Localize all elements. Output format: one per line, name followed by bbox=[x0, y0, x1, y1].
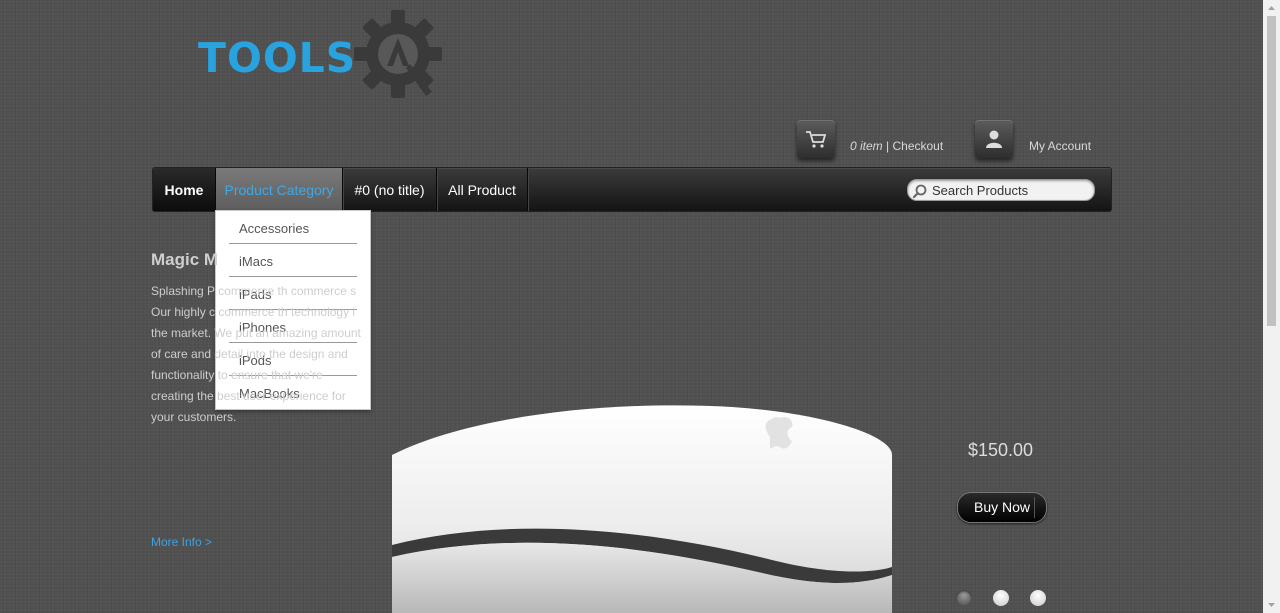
search-icon[interactable] bbox=[912, 183, 928, 199]
search-input[interactable] bbox=[932, 181, 1088, 199]
logo-text: TOOLS bbox=[198, 34, 357, 82]
slider-dot-2[interactable] bbox=[993, 590, 1009, 606]
nav-no-title[interactable]: #0 (no title) bbox=[343, 168, 437, 211]
user-icon bbox=[986, 130, 1002, 148]
buy-now-button[interactable]: Buy Now bbox=[957, 492, 1047, 523]
main-nav: Home Product Category #0 (no title) All … bbox=[152, 167, 1112, 212]
product-price: $150.00 bbox=[968, 440, 1034, 460]
more-info-link[interactable]: More Info > bbox=[151, 535, 212, 549]
button-divider bbox=[1034, 497, 1035, 518]
my-account-link[interactable]: My Account bbox=[1029, 139, 1091, 153]
cart-summary: 0 item | Checkout bbox=[850, 139, 943, 153]
buy-now-label: Buy Now bbox=[973, 499, 1031, 515]
scrollbar-thumb[interactable] bbox=[1267, 16, 1276, 326]
cart-separator: | bbox=[882, 139, 893, 153]
site-logo[interactable]: TOOLS bbox=[198, 10, 450, 102]
product-image bbox=[392, 405, 892, 613]
vertical-scrollbar[interactable] bbox=[1263, 0, 1280, 613]
scroll-down-arrow-icon[interactable] bbox=[1263, 597, 1280, 613]
nav-product-category[interactable]: Product Category bbox=[216, 168, 343, 211]
scroll-up-arrow-icon[interactable] bbox=[1263, 0, 1280, 16]
nav-home[interactable]: Home bbox=[153, 168, 216, 211]
slide-title: Magic M bbox=[151, 250, 219, 269]
slide-description: Splashing P commerce th commerce s Our h… bbox=[151, 284, 361, 424]
nav-all-product[interactable]: All Product bbox=[437, 168, 528, 211]
search-box bbox=[907, 179, 1095, 201]
account-button[interactable] bbox=[975, 120, 1013, 158]
slider-dot-1[interactable] bbox=[956, 590, 972, 606]
dropdown-item-imacs[interactable]: iMacs bbox=[229, 245, 357, 277]
cart-button[interactable] bbox=[797, 120, 835, 158]
slider-dot-3[interactable] bbox=[1030, 590, 1046, 606]
dropdown-item-accessories[interactable]: Accessories bbox=[229, 212, 357, 244]
gear-logo-icon bbox=[354, 10, 442, 98]
cart-icon bbox=[806, 131, 827, 148]
checkout-link[interactable]: Checkout bbox=[892, 139, 943, 153]
cart-count: 0 item bbox=[850, 139, 883, 153]
page: TOOLS 0 item | Checkout My Account Home … bbox=[0, 0, 1263, 613]
